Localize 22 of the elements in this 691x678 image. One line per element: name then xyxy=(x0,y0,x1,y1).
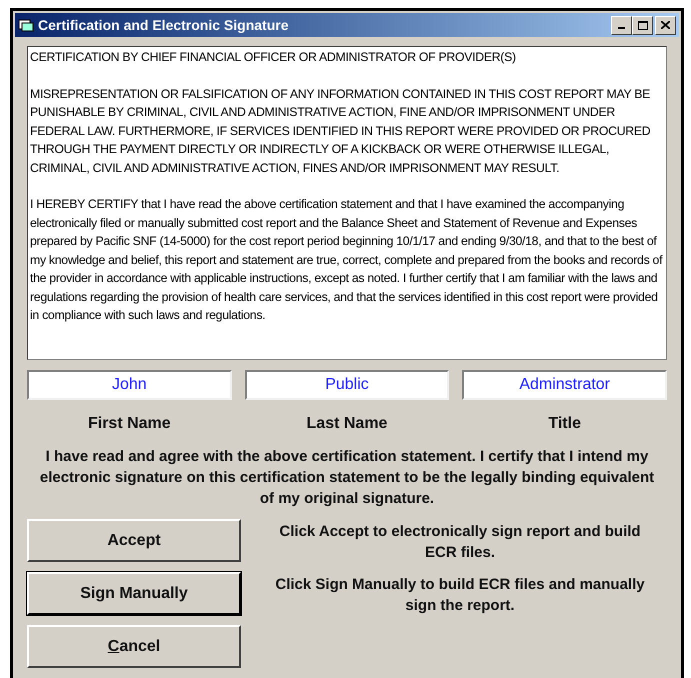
action-button[interactable]: Sign Manually xyxy=(27,572,241,615)
name-field[interactable]: John xyxy=(27,370,232,400)
name-field[interactable]: Public xyxy=(244,370,450,400)
maximize-button[interactable] xyxy=(632,16,653,34)
close-icon xyxy=(661,21,670,29)
action-button[interactable]: Cancel xyxy=(27,625,241,668)
certification-paragraph: MISREPRESENTATION OR FALSIFICATION OF ANY INFORMATION CONTAINED IN THIS COST REPORT MAY BE PUNISHABLE BY CRIMINAL, CIVIL AND ADMINISTRATIVE ACTION, FINE AND/OR IMPRISONMENT UNDER FEDERAL LAW. FURTHERMORE, IF SERVICES IDENTIFIED IN THIS REPORT WERE PROVIDED OR PROCURED THROUGH THE PAYMENT DIRECTLY OR INDIRECTLY OF A KICKBACK OR WERE OTHERWISE ILLEGAL, CRIMINAL, CIVIL AND ADMINISTRATIVE ACTION, FINES AND/OR IMPRISONMENT MAY RESULT. xyxy=(30,86,652,176)
action-button[interactable]: Accept xyxy=(27,519,241,562)
action-description: Click Sign Manually to build ECR files and manually sign the report. xyxy=(274,575,646,616)
field-label: Title xyxy=(547,414,582,434)
action-description: Click Accept to electronically sign report and build ECR files. xyxy=(278,522,642,563)
agreement-statement: I have read and agree with the above certification statement. I certify that I intend my electronic signature on this certification statement to be the legally binding equivalent of my original signature. xyxy=(38,447,656,509)
window-icon xyxy=(18,18,34,32)
close-button[interactable] xyxy=(655,16,676,34)
certification-paragraph: CERTIFICATION BY CHIEF FINANCIAL OFFICER OR ADMINISTRATOR OF PROVIDER(S) xyxy=(30,49,517,66)
minimize-button[interactable] xyxy=(611,16,632,34)
certification-paragraph: I HEREBY CERTIFY that I have read the above certification statement and that I have examined the accompanying electronically filed or manually submitted cost report and the Balance Sheet and Statement of Revenue and Expenses prepared by Pacific SNF (14-5000) for the cost report period beginning 10/1/17 and ending 9/30/18, and that to the best of my knowledge and belief, this report and statement are true, correct, complete and prepared from the books and records of the provider in accordance with applicable instructions, except as noted. I further certify that I am familiar with the laws and regulations regarding the provision of health care services, and that the services identified in this cost report were provided in compliance with such laws and regulations. xyxy=(30,196,664,324)
field-label: First Name xyxy=(86,414,172,434)
field-label: Last Name xyxy=(306,414,388,434)
window-title: Certification and Electronic Signature xyxy=(38,16,290,35)
maximize-icon xyxy=(638,20,648,30)
name-field[interactable]: Adminstrator xyxy=(462,370,667,400)
